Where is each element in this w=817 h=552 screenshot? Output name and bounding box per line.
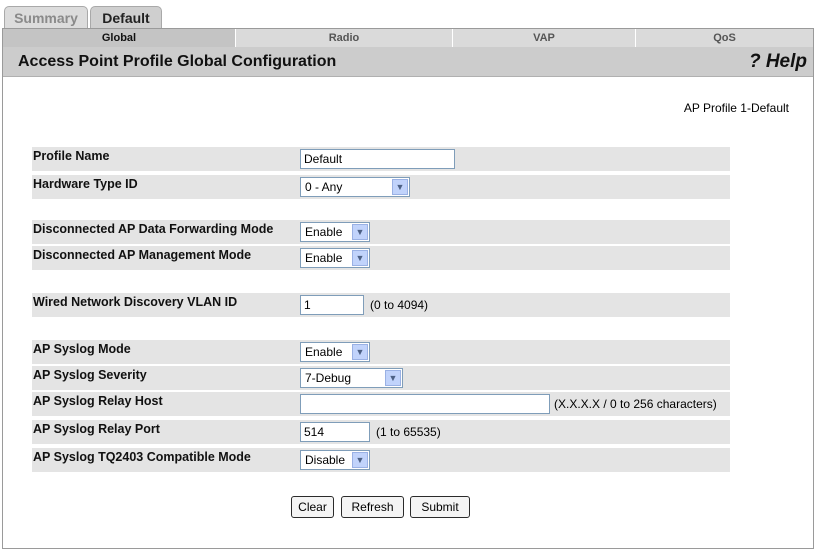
help-link[interactable]: ? Help [749, 51, 807, 73]
syslog-compat-label: AP Syslog TQ2403 Compatible Mode [33, 450, 251, 464]
disc-forwarding-value: Enable [305, 225, 343, 239]
config-panel: Global Radio VAP QoS Access Point Profil… [2, 28, 814, 549]
syslog-compat-value: Disable [305, 453, 346, 467]
tab-default[interactable]: Default [90, 6, 162, 29]
syslog-mode-select[interactable]: Enable ▼ [300, 342, 370, 362]
syslog-port-hint: (1 to 65535) [376, 425, 441, 439]
row-disc-management: Disconnected AP Management Mode Enable ▼ [32, 246, 730, 270]
syslog-host-label: AP Syslog Relay Host [33, 394, 163, 408]
row-syslog-host: AP Syslog Relay Host (X.X.X.X / 0 to 256… [32, 392, 730, 416]
disc-forwarding-label: Disconnected AP Data Forwarding Mode [33, 222, 274, 236]
syslog-host-input[interactable] [300, 394, 550, 414]
chevron-down-icon: ▼ [352, 224, 368, 240]
row-syslog-port: AP Syslog Relay Port 514 (1 to 65535) [32, 420, 730, 444]
subtab-radio[interactable]: Radio [236, 29, 453, 47]
hardware-type-label: Hardware Type ID [33, 177, 138, 191]
chevron-down-icon: ▼ [352, 452, 368, 468]
disc-management-label: Disconnected AP Management Mode [33, 248, 252, 262]
chevron-down-icon: ▼ [352, 344, 368, 360]
syslog-severity-select[interactable]: 7-Debug ▼ [300, 368, 403, 388]
syslog-severity-label: AP Syslog Severity [33, 368, 147, 382]
disc-management-select[interactable]: Enable ▼ [300, 248, 370, 268]
syslog-port-label: AP Syslog Relay Port [33, 422, 160, 436]
disc-forwarding-select[interactable]: Enable ▼ [300, 222, 370, 242]
row-syslog-severity: AP Syslog Severity 7-Debug ▼ [32, 366, 730, 390]
profile-identifier: AP Profile 1-Default [683, 101, 789, 115]
clear-button[interactable]: Clear [291, 496, 334, 518]
syslog-mode-label: AP Syslog Mode [33, 342, 131, 356]
wired-vlan-label: Wired Network Discovery VLAN ID [33, 295, 238, 309]
row-hardware-type: Hardware Type ID 0 - Any ▼ [32, 175, 730, 199]
disc-management-value: Enable [305, 251, 343, 265]
syslog-mode-value: Enable [305, 345, 343, 359]
row-profile-name: Profile Name Default [32, 147, 730, 171]
profile-name-label: Profile Name [33, 149, 110, 163]
row-syslog-mode: AP Syslog Mode Enable ▼ [32, 340, 730, 364]
hardware-type-value: 0 - Any [305, 180, 343, 194]
wired-vlan-input[interactable]: 1 [300, 295, 364, 315]
submit-button[interactable]: Submit [410, 496, 470, 518]
subtab-qos[interactable]: QoS [636, 29, 813, 47]
row-syslog-compat: AP Syslog TQ2403 Compatible Mode Disable… [32, 448, 730, 472]
chevron-down-icon: ▼ [392, 179, 408, 195]
row-disc-forwarding: Disconnected AP Data Forwarding Mode Ena… [32, 220, 730, 244]
syslog-severity-value: 7-Debug [305, 371, 352, 385]
syslog-compat-select[interactable]: Disable ▼ [300, 450, 370, 470]
subtab-vap[interactable]: VAP [453, 29, 636, 47]
syslog-host-hint: (X.X.X.X / 0 to 256 characters) [554, 397, 717, 411]
chevron-down-icon: ▼ [352, 250, 368, 266]
page-title: Access Point Profile Global Configuratio… [18, 53, 337, 70]
tab-summary[interactable]: Summary [4, 6, 88, 29]
hardware-type-select[interactable]: 0 - Any ▼ [300, 177, 410, 197]
subtab-bar: Global Radio VAP QoS [3, 29, 813, 47]
refresh-button[interactable]: Refresh [341, 496, 404, 518]
syslog-port-input[interactable]: 514 [300, 422, 370, 442]
page-header: Access Point Profile Global Configuratio… [3, 47, 813, 77]
chevron-down-icon: ▼ [385, 370, 401, 386]
profile-name-input[interactable]: Default [300, 149, 455, 169]
wired-vlan-hint: (0 to 4094) [370, 298, 429, 312]
subtab-global[interactable]: Global [3, 29, 236, 47]
row-wired-vlan: Wired Network Discovery VLAN ID 1 (0 to … [32, 293, 730, 317]
